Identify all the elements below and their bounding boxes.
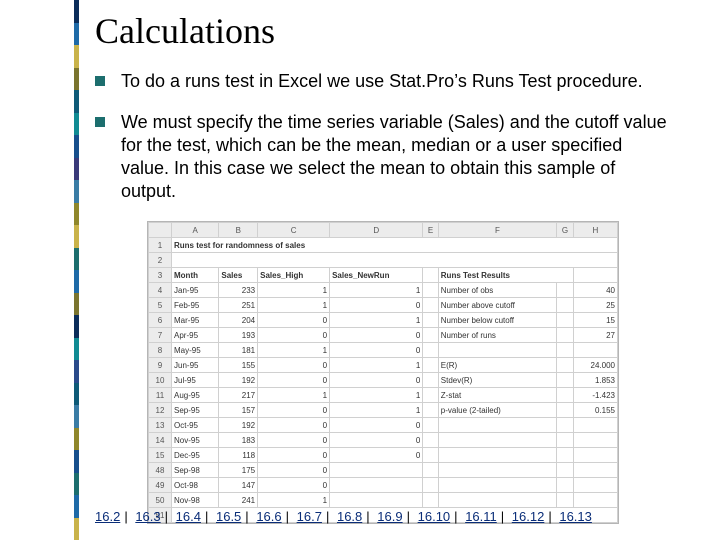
col-header-row: AB CD EF GH — [149, 223, 618, 238]
nav-link[interactable]: 16.11 — [465, 509, 497, 524]
nav-link[interactable]: 16.3 — [135, 509, 160, 524]
bullet-icon — [95, 117, 105, 127]
bullet-list: To do a runs test in Excel we use Stat.P… — [95, 70, 675, 203]
nav-link[interactable]: 16.13 — [559, 509, 592, 524]
nav-link[interactable]: 16.2 — [95, 509, 120, 524]
nav-link[interactable]: 16.7 — [297, 509, 322, 524]
side-stripe — [74, 0, 79, 540]
nav-link[interactable]: 16.8 — [337, 509, 362, 524]
nav-link[interactable]: 16.6 — [256, 509, 281, 524]
bullet-text: To do a runs test in Excel we use Stat.P… — [121, 70, 675, 93]
nav-link[interactable]: 16.4 — [176, 509, 201, 524]
footer-nav: 16.2| 16.3| 16.4| 16.5| 16.6| 16.7| 16.8… — [95, 509, 592, 524]
nav-link[interactable]: 16.10 — [418, 509, 451, 524]
page-title: Calculations — [95, 10, 675, 52]
nav-link[interactable]: 16.9 — [377, 509, 402, 524]
nav-link[interactable]: 16.12 — [512, 509, 545, 524]
spreadsheet: AB CD EF GH 1Runs test for randomness of… — [147, 221, 619, 524]
bullet-text: We must specify the time series variable… — [121, 111, 675, 203]
nav-link[interactable]: 16.5 — [216, 509, 241, 524]
bullet-icon — [95, 76, 105, 86]
